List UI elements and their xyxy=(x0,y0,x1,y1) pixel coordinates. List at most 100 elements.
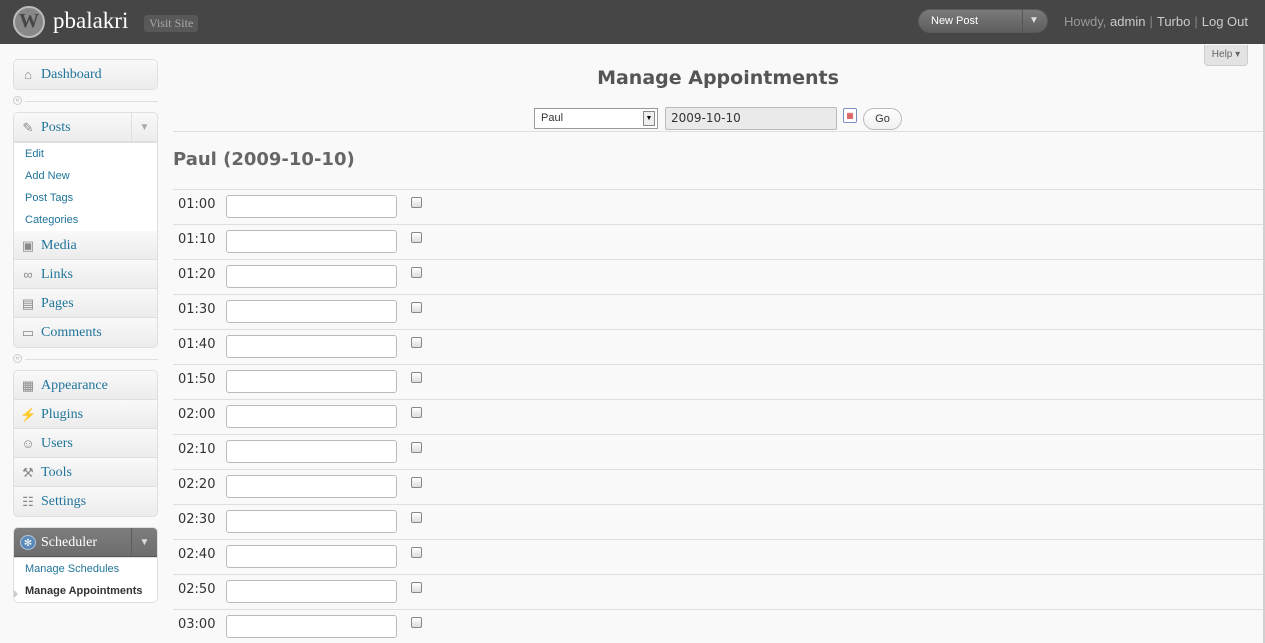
time-slot-row: 01:10 xyxy=(173,224,1265,259)
dashboard-menu: ⌂ Dashboard xyxy=(13,59,158,90)
sidebar-item-posts[interactable]: ✎ Posts ▼ xyxy=(14,113,157,142)
time-slot-label: 01:20 xyxy=(178,267,216,282)
time-slot-label: 01:10 xyxy=(178,232,216,247)
sidebar-item-appearance[interactable]: ▦ Appearance xyxy=(14,371,157,400)
submenu-item-categories[interactable]: Categories xyxy=(14,209,157,231)
slot-checkbox[interactable] xyxy=(411,617,422,628)
appointment-input[interactable] xyxy=(226,475,397,498)
dropdown-divider xyxy=(1022,10,1023,32)
time-slot-row: 02:00 xyxy=(173,399,1265,434)
sidebar-item-label[interactable]: Settings xyxy=(41,494,86,510)
submenu-item-post-tags[interactable]: Post Tags xyxy=(14,187,157,209)
appointment-input[interactable] xyxy=(226,440,397,463)
time-slot-row: 03:00 xyxy=(173,609,1265,643)
slot-checkbox[interactable] xyxy=(411,407,422,418)
pages-icon: ▤ xyxy=(21,296,35,311)
slot-checkbox[interactable] xyxy=(411,547,422,558)
time-slot-row: 01:40 xyxy=(173,329,1265,364)
chevron-down-icon[interactable]: ▼ xyxy=(1029,15,1039,26)
chevron-down-icon[interactable]: ▼ xyxy=(131,528,157,557)
time-slot-row: 01:30 xyxy=(173,294,1265,329)
sidebar-item-label[interactable]: Links xyxy=(41,267,73,283)
appointment-input[interactable] xyxy=(226,545,397,568)
time-slot-label: 01:50 xyxy=(178,372,216,387)
appearance-icon: ▦ xyxy=(21,378,35,393)
appointment-input[interactable] xyxy=(226,370,397,393)
sidebar-item-label[interactable]: Appearance xyxy=(41,378,108,394)
sidebar-item-links[interactable]: ∞ Links xyxy=(14,260,157,289)
time-slot-row: 02:30 xyxy=(173,504,1265,539)
person-select[interactable]: Paul ▼ xyxy=(534,108,658,129)
slot-checkbox[interactable] xyxy=(411,372,422,383)
sidebar-item-plugins[interactable]: ⚡ Plugins xyxy=(14,400,157,429)
sidebar-item-scheduler[interactable]: ✻ Scheduler ▼ xyxy=(14,528,157,557)
submenu-item-manage-schedules[interactable]: Manage Schedules xyxy=(14,558,157,580)
logout-link[interactable]: Log Out xyxy=(1202,14,1248,29)
slot-checkbox[interactable] xyxy=(411,477,422,488)
sidebar-item-label[interactable]: Pages xyxy=(41,296,74,312)
sidebar-item-label[interactable]: Tools xyxy=(41,465,72,481)
appointment-input[interactable] xyxy=(226,615,397,638)
sidebar-item-dashboard[interactable]: ⌂ Dashboard xyxy=(14,60,157,89)
appointment-input[interactable] xyxy=(226,230,397,253)
media-icon: ▣ xyxy=(21,238,35,253)
appointment-input[interactable] xyxy=(226,265,397,288)
admin-header: W pbalakri Visit Site New Post ▼ Howdy, … xyxy=(0,0,1265,44)
sidebar-item-label[interactable]: Scheduler xyxy=(41,535,97,551)
site-title[interactable]: pbalakri xyxy=(53,8,128,34)
posts-submenu: Edit Add New Post Tags Categories xyxy=(14,142,157,231)
sidebar-item-label[interactable]: Users xyxy=(41,436,73,452)
appointment-input[interactable] xyxy=(226,335,397,358)
submenu-item-add-new[interactable]: Add New xyxy=(14,165,157,187)
appointment-input[interactable] xyxy=(226,405,397,428)
slot-checkbox[interactable] xyxy=(411,302,422,313)
sidebar-item-label[interactable]: Plugins xyxy=(41,407,83,423)
sidebar-item-settings[interactable]: ☷ Settings xyxy=(14,487,157,516)
sidebar-item-media[interactable]: ▣ Media xyxy=(14,231,157,260)
help-label[interactable]: Help xyxy=(1212,49,1233,60)
new-post-label[interactable]: New Post xyxy=(931,15,978,27)
help-button[interactable]: Help ▾ xyxy=(1204,45,1248,66)
sidebar-item-pages[interactable]: ▤ Pages xyxy=(14,289,157,318)
sidebar-item-comments[interactable]: ▭ Comments xyxy=(14,318,157,347)
appointment-input[interactable] xyxy=(226,510,397,533)
appointment-input[interactable] xyxy=(226,580,397,603)
person-select-value[interactable]: Paul xyxy=(541,112,563,124)
content-menu: ✎ Posts ▼ Edit Add New Post Tags Categor… xyxy=(13,112,158,348)
scheduler-submenu: Manage Schedules Manage Appointments xyxy=(14,557,157,602)
appointment-input[interactable] xyxy=(226,300,397,323)
time-slot-label: 01:30 xyxy=(178,302,216,317)
gear-icon: ✻ xyxy=(20,535,36,550)
slot-checkbox[interactable] xyxy=(411,337,422,348)
separator: | xyxy=(1194,14,1198,29)
slot-checkbox[interactable] xyxy=(411,442,422,453)
sidebar-item-label[interactable]: Comments xyxy=(41,325,102,341)
sidebar-item-tools[interactable]: ⚒ Tools xyxy=(14,458,157,487)
collapse-arrow-icon[interactable]: « xyxy=(13,354,22,363)
slot-checkbox[interactable] xyxy=(411,232,422,243)
submenu-item-manage-appointments[interactable]: Manage Appointments xyxy=(14,580,157,602)
go-button[interactable]: Go xyxy=(863,108,902,130)
slot-checkbox[interactable] xyxy=(411,512,422,523)
chevron-down-icon[interactable]: ▼ xyxy=(131,113,157,142)
time-slot-row: 02:20 xyxy=(173,469,1265,504)
submenu-item-edit[interactable]: Edit xyxy=(14,143,157,165)
date-input[interactable]: 2009-10-10 xyxy=(665,107,837,130)
users-icon: ☺ xyxy=(21,436,35,451)
collapse-arrow-icon[interactable]: « xyxy=(13,96,22,105)
sidebar-item-label[interactable]: Dashboard xyxy=(41,67,102,83)
sidebar-item-label[interactable]: Posts xyxy=(41,120,71,136)
comment-icon: ▭ xyxy=(21,325,35,340)
slot-checkbox[interactable] xyxy=(411,582,422,593)
appointment-input[interactable] xyxy=(226,195,397,218)
sidebar-item-users[interactable]: ☺ Users xyxy=(14,429,157,458)
calendar-icon[interactable]: ▦ xyxy=(843,108,857,123)
profile-link[interactable]: admin xyxy=(1110,14,1145,29)
slot-checkbox[interactable] xyxy=(411,197,422,208)
sidebar-item-label[interactable]: Media xyxy=(41,238,77,254)
chevron-down-icon[interactable]: ▼ xyxy=(643,111,655,126)
visit-site-button[interactable]: Visit Site xyxy=(144,15,199,32)
new-post-dropdown[interactable]: New Post ▼ xyxy=(918,9,1048,33)
slot-checkbox[interactable] xyxy=(411,267,422,278)
turbo-link[interactable]: Turbo xyxy=(1157,14,1190,29)
